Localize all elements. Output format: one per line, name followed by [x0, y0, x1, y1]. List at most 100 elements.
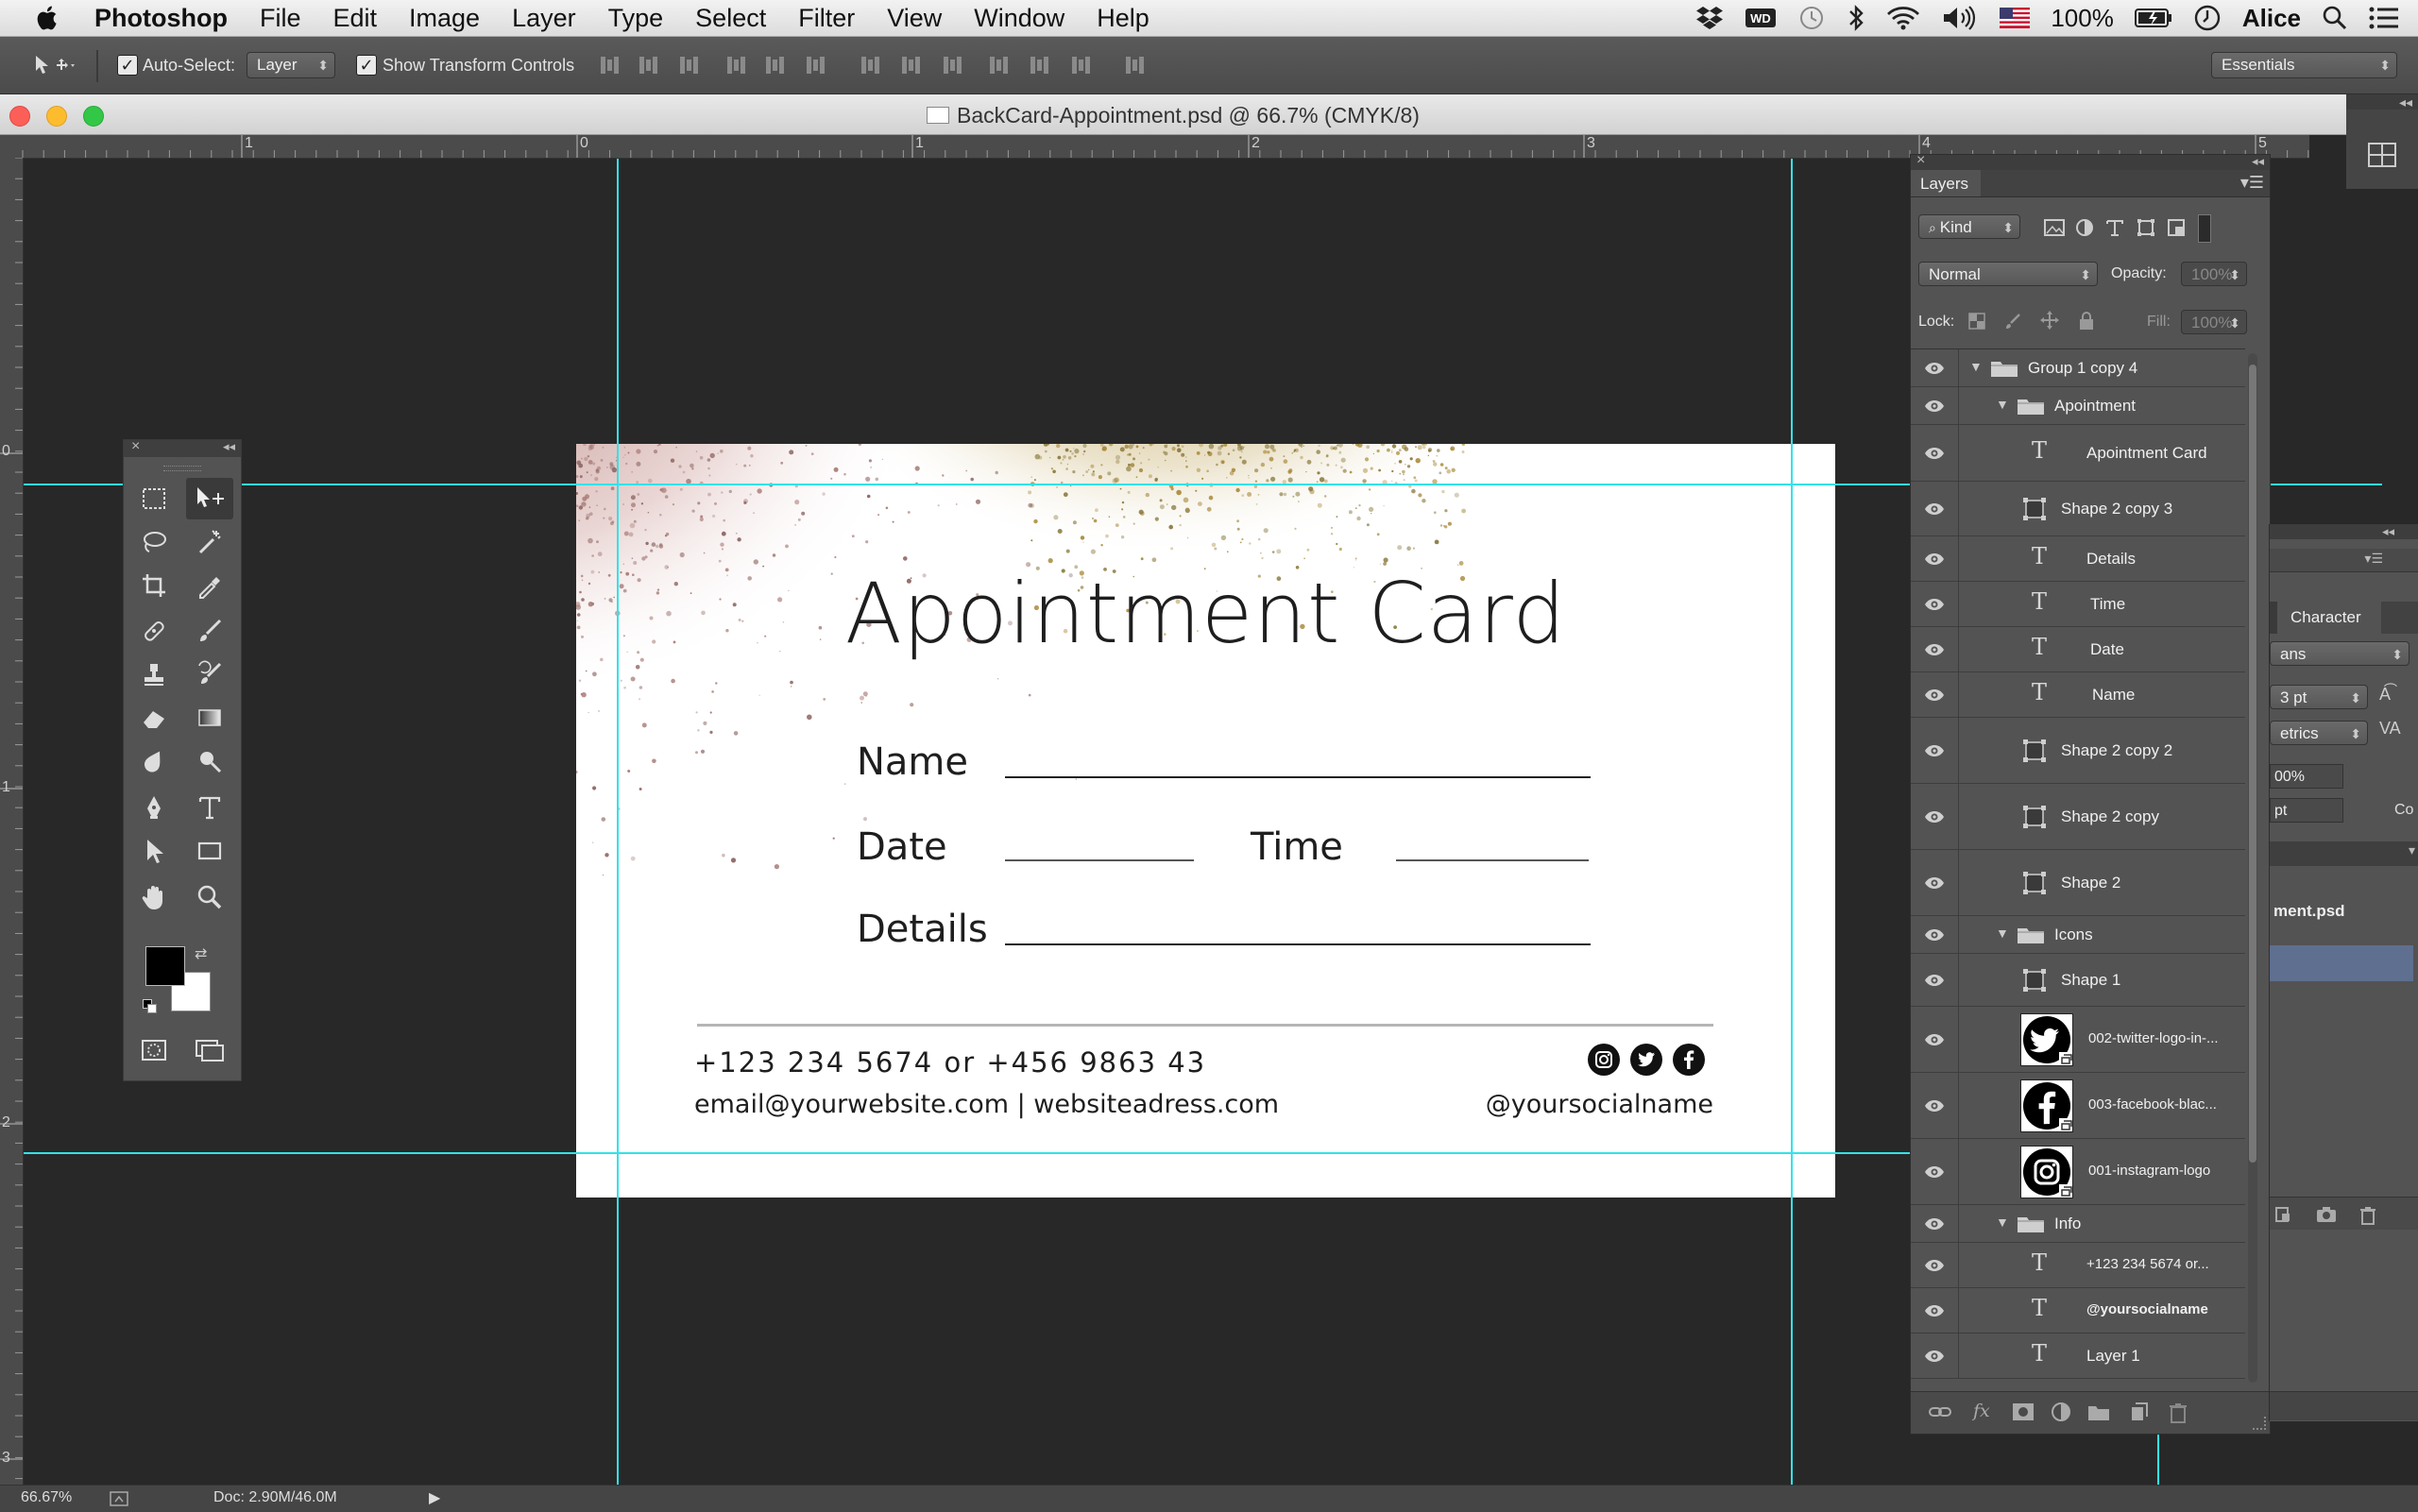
- layers-panel-topbar[interactable]: × ◂◂: [1911, 152, 2270, 170]
- healing-brush-tool-icon[interactable]: [130, 610, 178, 652]
- collapse-arrows-icon[interactable]: ◂◂: [2252, 154, 2264, 169]
- visibility-eye-icon[interactable]: [1924, 1165, 1945, 1179]
- panel-menu-icon[interactable]: ▾☰: [2240, 173, 2264, 193]
- menu-layer[interactable]: Layer: [512, 4, 576, 33]
- visibility-eye-icon[interactable]: [1924, 598, 1945, 611]
- layer-row[interactable]: ▼ Info: [1911, 1205, 2245, 1243]
- new-adjustment-layer-icon[interactable]: [2051, 1402, 2073, 1424]
- delete-state-icon[interactable]: [2358, 1205, 2377, 1226]
- zoom-level[interactable]: 66.67%: [21, 1489, 72, 1506]
- filter-pixel-icon[interactable]: [2043, 217, 2066, 238]
- layer-row[interactable]: T Name: [1911, 672, 2245, 718]
- layer-row[interactable]: T Layer 1: [1911, 1334, 2245, 1379]
- battery-icon[interactable]: [2134, 8, 2172, 28]
- history-item[interactable]: ment.psd: [2270, 893, 2418, 929]
- bluetooth-icon[interactable]: [1847, 4, 1865, 32]
- layers-scrollbar-thumb[interactable]: [2249, 365, 2256, 1163]
- battery-percent[interactable]: 100%: [2051, 4, 2114, 33]
- zoom-tool-icon[interactable]: [186, 876, 233, 918]
- filter-toggle-switch[interactable]: [2198, 214, 2211, 243]
- history-brush-tool-icon[interactable]: [186, 654, 233, 695]
- visibility-eye-icon[interactable]: [1924, 1217, 1945, 1231]
- tab-character[interactable]: Character: [2277, 602, 2381, 634]
- menu-help[interactable]: Help: [1097, 4, 1149, 33]
- visibility-eye-icon[interactable]: [1924, 362, 1945, 375]
- visibility-eye-icon[interactable]: [1924, 399, 1945, 413]
- notification-center-icon[interactable]: [2369, 6, 2399, 30]
- layer-row[interactable]: T @yoursocialname: [1911, 1288, 2245, 1334]
- distribute-left-icon[interactable]: [988, 54, 1011, 78]
- move-tool-icon[interactable]: [186, 478, 233, 519]
- layer-row[interactable]: 003-facebook-blac...: [1911, 1073, 2245, 1139]
- rectangular-marquee-tool-icon[interactable]: [130, 478, 178, 519]
- auto-select-dropdown[interactable]: Layer: [247, 52, 335, 78]
- grip-handle[interactable]: [163, 466, 201, 471]
- eyedropper-tool-icon[interactable]: [186, 565, 233, 606]
- status-menu-arrow-icon[interactable]: ▶: [429, 1488, 440, 1507]
- menu-edit[interactable]: Edit: [333, 4, 378, 33]
- tools-panel-header[interactable]: × ◂◂: [124, 438, 241, 457]
- apple-icon[interactable]: [34, 4, 62, 32]
- lock-image-pixels-icon[interactable]: [2003, 312, 2022, 331]
- layer-row[interactable]: Shape 2 copy: [1911, 784, 2245, 850]
- lock-all-icon[interactable]: [2077, 310, 2096, 331]
- user-name[interactable]: Alice: [2242, 4, 2301, 33]
- brush-tool-icon[interactable]: [186, 610, 233, 652]
- layer-row[interactable]: T Time: [1911, 582, 2245, 627]
- filter-adjustment-icon[interactable]: [2074, 217, 2095, 238]
- visibility-eye-icon[interactable]: [1924, 928, 1945, 942]
- collapsed-panel-header[interactable]: ▾☰: [2270, 549, 2418, 572]
- distribute-right-icon[interactable]: [1070, 54, 1093, 78]
- visibility-eye-icon[interactable]: [1924, 643, 1945, 656]
- dodge-tool-icon[interactable]: [186, 740, 233, 782]
- time-machine-icon[interactable]: [1797, 4, 1826, 32]
- pen-tool-icon[interactable]: [130, 787, 178, 828]
- clone-stamp-tool-icon[interactable]: [130, 654, 178, 695]
- filter-type-icon[interactable]: [2104, 217, 2125, 238]
- delete-layer-icon[interactable]: [2168, 1402, 2188, 1424]
- layer-row[interactable]: ▼ Apointment: [1911, 387, 2245, 425]
- collapse-arrows-icon[interactable]: ◂◂: [2346, 94, 2418, 110]
- auto-align-layers-icon[interactable]: [1124, 54, 1147, 78]
- baseline-shift-field[interactable]: pt: [2270, 798, 2343, 823]
- align-top-edges-icon[interactable]: [599, 54, 622, 78]
- blur-tool-icon[interactable]: [130, 740, 178, 782]
- crop-tool-icon[interactable]: [130, 565, 178, 606]
- distribute-bottom-icon[interactable]: [942, 54, 964, 78]
- new-document-from-state-icon[interactable]: [2273, 1205, 2292, 1224]
- chevron-down-icon[interactable]: ▾: [2409, 842, 2415, 858]
- visibility-eye-icon[interactable]: [1924, 447, 1945, 460]
- collapse-arrows-icon[interactable]: ◂◂: [2270, 524, 2418, 539]
- layer-row[interactable]: ▼ Icons: [1911, 916, 2245, 954]
- visibility-eye-icon[interactable]: [1924, 876, 1945, 890]
- menu-view[interactable]: View: [887, 4, 942, 33]
- dropbox-icon[interactable]: [1695, 6, 1724, 30]
- us-flag-icon[interactable]: [2000, 8, 2031, 28]
- link-layers-icon[interactable]: [1928, 1403, 1952, 1420]
- horizontal-scale-field[interactable]: 00%: [2270, 764, 2343, 789]
- horizontal-guide[interactable]: [24, 484, 1913, 485]
- visibility-eye-icon[interactable]: [1924, 688, 1945, 702]
- lock-transparent-icon[interactable]: [1967, 312, 1986, 331]
- panel-grid-icon[interactable]: [2367, 142, 2397, 168]
- font-family-dropdown[interactable]: ans: [2270, 641, 2409, 667]
- business-card-artboard[interactable]: Apointment Card Name Date Time Details +…: [576, 444, 1835, 1198]
- layer-row[interactable]: T Details: [1911, 536, 2245, 582]
- align-vertical-centers-icon[interactable]: [638, 54, 660, 78]
- resize-grip[interactable]: [2253, 1417, 2266, 1430]
- kerning-dropdown[interactable]: etrics: [2270, 721, 2368, 746]
- filter-kind-dropdown[interactable]: ⌕ Kind: [1918, 214, 2020, 240]
- show-transform-checkbox[interactable]: ✓: [356, 55, 377, 76]
- visibility-eye-icon[interactable]: [1924, 552, 1945, 566]
- hand-tool-icon[interactable]: [130, 876, 178, 918]
- menu-image[interactable]: Image: [409, 4, 480, 33]
- menu-select[interactable]: Select: [695, 4, 766, 33]
- distribute-horizontal-centers-icon[interactable]: [1029, 54, 1051, 78]
- visibility-eye-icon[interactable]: [1924, 502, 1945, 516]
- expand-arrow-icon[interactable]: ▼: [1996, 1215, 2009, 1230]
- visibility-eye-icon[interactable]: [1924, 1099, 1945, 1113]
- eraser-tool-icon[interactable]: [130, 697, 178, 739]
- screen-mode-icon[interactable]: [186, 1029, 233, 1071]
- move-tool-preset-icon[interactable]: [32, 53, 76, 77]
- layer-row[interactable]: T Apointment Card: [1911, 425, 2245, 482]
